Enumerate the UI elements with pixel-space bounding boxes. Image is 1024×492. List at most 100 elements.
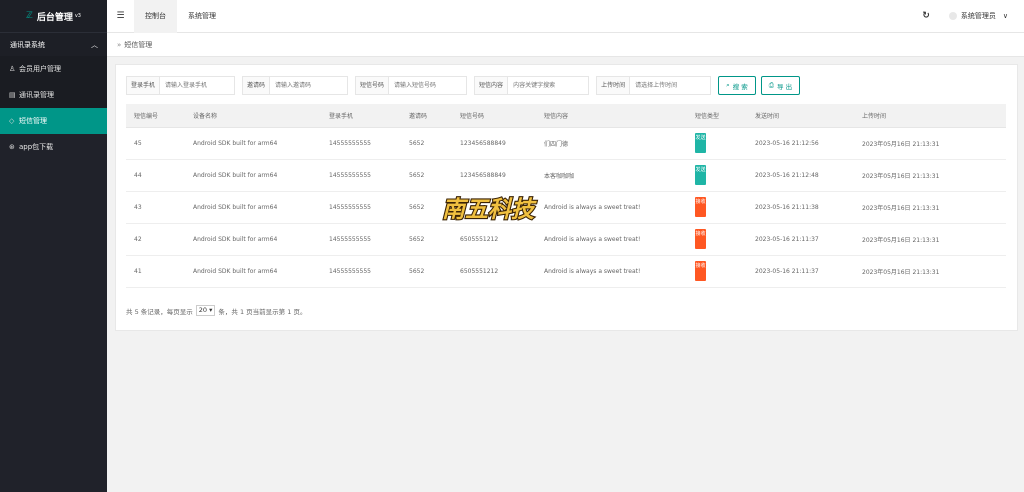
tab-system-management[interactable]: 系统管理 <box>177 0 227 33</box>
status-badge: 发送 <box>695 133 706 153</box>
cell-upload-time: 2023年05月16日 21:13:31 <box>854 127 1006 160</box>
contacts-icon: ▤ <box>9 91 16 99</box>
cell-upload-time: 2023年05月16日 21:13:31 <box>854 223 1006 256</box>
cell-upload-time: 2023年05月16日 21:13:31 <box>854 191 1006 224</box>
refresh-icon[interactable]: ↻ <box>922 11 930 21</box>
status-badge: 接收 <box>695 229 706 249</box>
cell-upload-time: 2023年05月16日 21:13:31 <box>854 255 1006 288</box>
message-icon: ◇ <box>9 117 15 125</box>
app-logo[interactable]: ℤ 后台管理 v3 <box>0 0 107 32</box>
cell-type: 发送 <box>687 159 747 192</box>
export-button[interactable]: ⎙ 导 出 <box>760 76 801 95</box>
sms-card: 登录手机 邀请码 短信号码 短信内容 上传时间 ⌕ 搜 索 ⎙ 导 出 <box>115 64 1018 331</box>
chevron-down-icon: ▾ <box>209 306 213 314</box>
cell-id: 43 <box>126 191 185 224</box>
pagination-suffix: 条，共 1 页当前显示第 1 页。 <box>218 307 307 316</box>
cell-sms-number: 123456588849 <box>452 159 536 192</box>
filter-label: 登录手机 <box>126 76 161 95</box>
breadcrumb-arrow-icon: » <box>117 40 122 49</box>
pagination-prefix: 共 5 条记录，每页显示 <box>126 307 193 316</box>
cell-content: 本客咖咖咖 <box>536 159 687 192</box>
invite-code-input[interactable] <box>270 76 349 95</box>
cell-content: Android is always a sweet treat! <box>536 223 687 256</box>
cell-id: 41 <box>126 255 185 288</box>
cell-id: 42 <box>126 223 185 256</box>
sidebar-item-label: 会员用户管理 <box>19 65 61 73</box>
export-button-label: 导 出 <box>777 82 793 91</box>
cell-invite: 5652 <box>401 255 452 288</box>
export-icon: ⎙ <box>768 81 774 89</box>
sms-content-input[interactable] <box>508 76 590 95</box>
upload-time-input[interactable] <box>630 76 712 95</box>
breadcrumb-current[interactable]: 短信管理 <box>124 40 152 50</box>
login-phone-input[interactable] <box>160 76 236 95</box>
cell-device: Android SDK built for arm64 <box>185 159 321 192</box>
cell-phone: 14555555555 <box>321 159 401 192</box>
table-row[interactable]: 41 Android SDK built for arm64 145555555… <box>126 255 1006 288</box>
watermark-logo-graphic: 南五科技 <box>441 195 538 224</box>
cell-device: Android SDK built for arm64 <box>185 127 321 160</box>
column-header[interactable]: 邀请码 <box>401 104 452 128</box>
sms-number-input[interactable] <box>389 76 468 95</box>
cell-invite: 5652 <box>401 159 452 192</box>
cell-type: 接收 <box>687 255 747 288</box>
cell-send-time: 2023-05-16 21:11:37 <box>747 255 854 288</box>
cell-send-time: 2023-05-16 21:12:48 <box>747 159 854 192</box>
page-size-value: 20 <box>198 306 208 314</box>
column-header[interactable]: 发送时间 <box>747 104 854 128</box>
status-badge: 接收 <box>695 197 706 217</box>
filter-label: 邀请码 <box>242 76 271 95</box>
column-header[interactable]: 短信类型 <box>687 104 747 128</box>
sidebar-item-members[interactable]: ♙ 会员用户管理 <box>0 56 107 82</box>
sidebar-item-app-download[interactable]: ⊛ app包下载 <box>0 134 107 160</box>
cell-invite: 5652 <box>401 127 452 160</box>
page-size-select[interactable]: 20 ▾ <box>195 305 216 316</box>
status-badge: 接收 <box>695 261 706 281</box>
filter-upload-time: 上传时间 <box>596 76 712 95</box>
sidebar-item-sms[interactable]: ◇ 短信管理 <box>0 108 107 134</box>
filter-sms-content: 短信内容 <box>474 76 590 95</box>
filter-login-phone: 登录手机 <box>126 76 236 95</box>
search-button-label: 搜 索 <box>732 82 748 91</box>
breadcrumb: » 短信管理 <box>107 33 1024 57</box>
chevron-down-icon[interactable]: ∨ <box>1003 12 1008 20</box>
svg-text:南五科技: 南五科技 <box>442 196 537 223</box>
filter-bar: 登录手机 邀请码 短信号码 短信内容 上传时间 ⌕ 搜 索 ⎙ 导 出 <box>126 76 805 95</box>
search-icon: ⌕ <box>726 81 730 89</box>
cell-phone: 14555555555 <box>321 223 401 256</box>
column-header[interactable]: 上传时间 <box>854 104 1006 128</box>
search-button[interactable]: ⌕ 搜 索 <box>718 76 756 95</box>
table-row[interactable]: 43 Android SDK built for arm64 145555555… <box>126 191 1006 224</box>
cell-device: Android SDK built for arm64 <box>185 255 321 288</box>
avatar[interactable] <box>948 12 957 20</box>
cell-phone: 14555555555 <box>321 255 401 288</box>
sidebar-item-contacts[interactable]: ▤ 通讯录管理 <box>0 82 107 108</box>
column-header[interactable]: 设备名称 <box>185 104 321 128</box>
cell-type: 发送 <box>687 127 747 160</box>
cell-content: Android is always a sweet treat! <box>536 191 687 224</box>
sidebar-item-label: 通讯录管理 <box>19 91 54 99</box>
download-icon: ⊛ <box>9 143 15 151</box>
menu-group-label: 通讯录系统 <box>10 40 45 49</box>
menu-group-contacts-system[interactable]: 通讯录系统 ︿ <box>0 32 107 56</box>
table-row[interactable]: 42 Android SDK built for arm64 145555555… <box>126 223 1006 256</box>
status-badge: 发送 <box>695 165 706 185</box>
chevron-up-icon: ︿ <box>91 40 98 49</box>
column-header[interactable]: 短信编号 <box>126 104 185 128</box>
app-version: v3 <box>74 13 81 19</box>
tab-console[interactable]: 控制台 <box>134 0 177 33</box>
cell-content: 们四门德 <box>536 127 687 160</box>
column-header[interactable]: 短信内容 <box>536 104 687 128</box>
user-name[interactable]: 系统管理员 <box>961 11 996 21</box>
table-row[interactable]: 44 Android SDK built for arm64 145555555… <box>126 159 1006 192</box>
table-row[interactable]: 45 Android SDK built for arm64 145555555… <box>126 127 1006 160</box>
sidebar-item-label: 短信管理 <box>19 117 47 125</box>
cell-device: Android SDK built for arm64 <box>185 191 321 224</box>
filter-label: 短信号码 <box>355 76 390 95</box>
column-header[interactable]: 登录手机 <box>321 104 401 128</box>
app-title: 后台管理 <box>36 12 73 23</box>
filter-sms-number: 短信号码 <box>355 76 468 95</box>
menu-toggle-icon[interactable]: ☰ <box>107 11 134 21</box>
user-icon: ♙ <box>9 65 16 73</box>
column-header[interactable]: 短信号码 <box>452 104 536 128</box>
